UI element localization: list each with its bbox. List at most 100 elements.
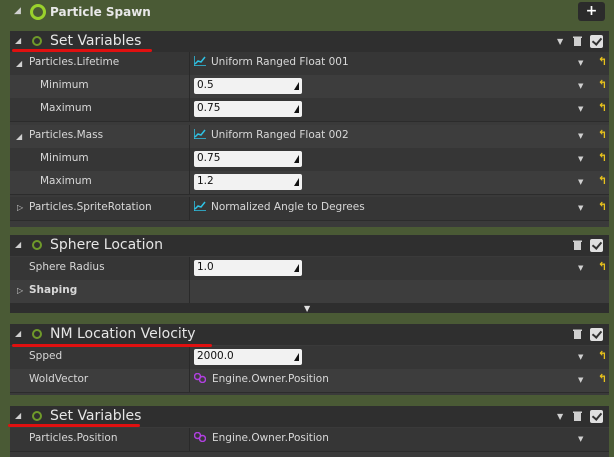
collapse-arrow-icon[interactable]: ◢ bbox=[15, 240, 21, 249]
row-dropdown-icon[interactable]: ▼ bbox=[578, 264, 583, 272]
param-label: Maximum bbox=[40, 102, 92, 114]
reset-arrow-icon[interactable]: ↰ bbox=[598, 260, 607, 273]
value-field[interactable]: 0.75 bbox=[194, 101, 302, 117]
module-sphere-location: ◢ Sphere Location Sphere Radius 1.0 ▼ ↰ … bbox=[10, 235, 609, 313]
curve-icon bbox=[194, 129, 206, 139]
expand-arrow-icon[interactable]: ▷ bbox=[17, 286, 23, 295]
value-field[interactable]: 2000.0 bbox=[194, 349, 302, 365]
reset-arrow-icon[interactable]: ↰ bbox=[598, 101, 607, 114]
param-function[interactable]: Uniform Ranged Float 001 bbox=[194, 56, 349, 68]
field-value: 0.5 bbox=[197, 79, 214, 91]
module-header: ◢ NM Location Velocity bbox=[10, 324, 609, 345]
row-dropdown-icon[interactable]: ▼ bbox=[578, 132, 583, 140]
param-function[interactable]: Normalized Angle to Degrees bbox=[194, 201, 365, 213]
row-dropdown-icon[interactable]: ▼ bbox=[578, 353, 583, 361]
module-enabled-ring-icon[interactable] bbox=[32, 411, 42, 421]
expand-more-icon[interactable]: ▼ bbox=[304, 304, 310, 313]
param-link-label: Engine.Owner.Position bbox=[212, 432, 329, 444]
add-module-button[interactable]: + bbox=[578, 2, 605, 21]
value-field[interactable]: 1.2 bbox=[194, 174, 302, 190]
drag-handle-icon[interactable] bbox=[294, 353, 299, 361]
field-value: 0.75 bbox=[197, 152, 221, 164]
annotation-underline bbox=[12, 344, 212, 347]
param-row: Minimum 0.75 ▼ ↰ bbox=[10, 148, 609, 172]
trash-icon[interactable] bbox=[573, 411, 582, 421]
module-enable-checkbox[interactable] bbox=[590, 410, 603, 423]
module-dropdown-icon[interactable]: ▼ bbox=[557, 37, 563, 46]
trash-icon[interactable] bbox=[573, 329, 582, 339]
param-function-label: Uniform Ranged Float 002 bbox=[211, 129, 349, 141]
drag-handle-icon[interactable] bbox=[294, 105, 299, 113]
collapse-arrow-icon[interactable]: ◢ bbox=[15, 411, 21, 420]
param-link[interactable]: Engine.Owner.Position bbox=[194, 373, 329, 385]
field-value: 0.75 bbox=[197, 102, 221, 114]
reset-arrow-icon[interactable]: ↰ bbox=[598, 174, 607, 187]
param-row: Maximum 1.2 ▼ ↰ bbox=[10, 171, 609, 195]
collapse-arrow-icon[interactable]: ◢ bbox=[16, 132, 22, 141]
reset-arrow-icon[interactable]: ↰ bbox=[598, 200, 607, 213]
row-dropdown-icon[interactable]: ▼ bbox=[578, 82, 583, 90]
module-nm-location-velocity: ◢ NM Location Velocity Spped 2000.0 ▼ ↰ … bbox=[10, 324, 609, 395]
param-row: WoldVector Engine.Owner.Position ▼ ↰ bbox=[10, 369, 609, 393]
annotation-underline bbox=[12, 49, 152, 52]
param-row: Particles.Position Engine.Owner.Position… bbox=[10, 428, 609, 452]
param-link-label: Engine.Owner.Position bbox=[212, 373, 329, 385]
reset-arrow-icon[interactable]: ↰ bbox=[598, 151, 607, 164]
row-dropdown-icon[interactable]: ▼ bbox=[578, 376, 583, 384]
trash-icon[interactable] bbox=[573, 36, 582, 46]
expand-arrow-icon[interactable]: ▷ bbox=[17, 203, 23, 212]
module-dropdown-icon[interactable]: ▼ bbox=[557, 412, 563, 421]
value-field[interactable]: 0.75 bbox=[194, 151, 302, 167]
param-function-label: Uniform Ranged Float 001 bbox=[211, 56, 349, 68]
param-label: Particles.Lifetime bbox=[29, 56, 120, 68]
drag-handle-icon[interactable] bbox=[294, 178, 299, 186]
curve-icon bbox=[194, 201, 206, 211]
reset-arrow-icon[interactable]: ↰ bbox=[598, 128, 607, 141]
drag-handle-icon[interactable] bbox=[294, 155, 299, 163]
param-label: WoldVector bbox=[29, 373, 89, 385]
module-enable-checkbox[interactable] bbox=[590, 35, 603, 48]
reset-arrow-icon[interactable]: ↰ bbox=[598, 55, 607, 68]
link-icon bbox=[194, 432, 206, 442]
row-dropdown-icon[interactable]: ▼ bbox=[578, 435, 583, 443]
reset-arrow-icon[interactable]: ↰ bbox=[598, 78, 607, 91]
drag-handle-icon[interactable] bbox=[294, 264, 299, 272]
module-set-variables-1: ◢ Set Variables ▼ ◢ Particles.Lifetime U… bbox=[10, 31, 609, 227]
category-row[interactable]: ▷ Shaping bbox=[10, 280, 609, 304]
reset-arrow-icon[interactable]: ↰ bbox=[598, 372, 607, 385]
stage-collapse-arrow-icon[interactable]: ◢ bbox=[14, 6, 21, 16]
param-label: Sphere Radius bbox=[29, 261, 105, 273]
param-link[interactable]: Engine.Owner.Position bbox=[194, 432, 329, 444]
collapse-arrow-icon[interactable]: ◢ bbox=[16, 59, 22, 68]
param-row: Sphere Radius 1.0 ▼ ↰ bbox=[10, 257, 609, 281]
row-dropdown-icon[interactable]: ▼ bbox=[578, 178, 583, 186]
value-field[interactable]: 1.0 bbox=[194, 260, 302, 276]
value-field[interactable]: 0.5 bbox=[194, 78, 302, 94]
row-dropdown-icon[interactable]: ▼ bbox=[578, 59, 583, 67]
collapse-arrow-icon[interactable]: ◢ bbox=[15, 36, 21, 45]
param-function[interactable]: Uniform Ranged Float 002 bbox=[194, 129, 349, 141]
category-label: Shaping bbox=[29, 284, 78, 296]
module-enabled-ring-icon[interactable] bbox=[32, 36, 42, 46]
param-row: Maximum 0.75 ▼ ↰ bbox=[10, 98, 609, 122]
row-dropdown-icon[interactable]: ▼ bbox=[578, 204, 583, 212]
drag-handle-icon[interactable] bbox=[294, 82, 299, 90]
param-label: Minimum bbox=[40, 79, 89, 91]
param-row: ◢ Particles.Mass Uniform Ranged Float 00… bbox=[10, 125, 609, 149]
module-enabled-ring-icon[interactable] bbox=[32, 329, 42, 339]
module-title: Sphere Location bbox=[50, 237, 163, 253]
field-value: 1.0 bbox=[197, 261, 214, 273]
param-label: Maximum bbox=[40, 175, 92, 187]
module-enabled-ring-icon[interactable] bbox=[32, 240, 42, 250]
row-dropdown-icon[interactable]: ▼ bbox=[578, 155, 583, 163]
trash-icon[interactable] bbox=[573, 240, 582, 250]
param-row: ▷ Particles.SpriteRotation Normalized An… bbox=[10, 197, 609, 221]
module-enable-checkbox[interactable] bbox=[590, 328, 603, 341]
stage-enabled-ring-icon[interactable] bbox=[30, 4, 46, 20]
reset-arrow-icon[interactable]: ↰ bbox=[598, 349, 607, 362]
collapse-arrow-icon[interactable]: ◢ bbox=[15, 329, 21, 338]
field-value: 2000.0 bbox=[197, 350, 234, 362]
row-dropdown-icon[interactable]: ▼ bbox=[578, 105, 583, 113]
module-enable-checkbox[interactable] bbox=[590, 239, 603, 252]
module-title: Set Variables bbox=[50, 33, 142, 49]
